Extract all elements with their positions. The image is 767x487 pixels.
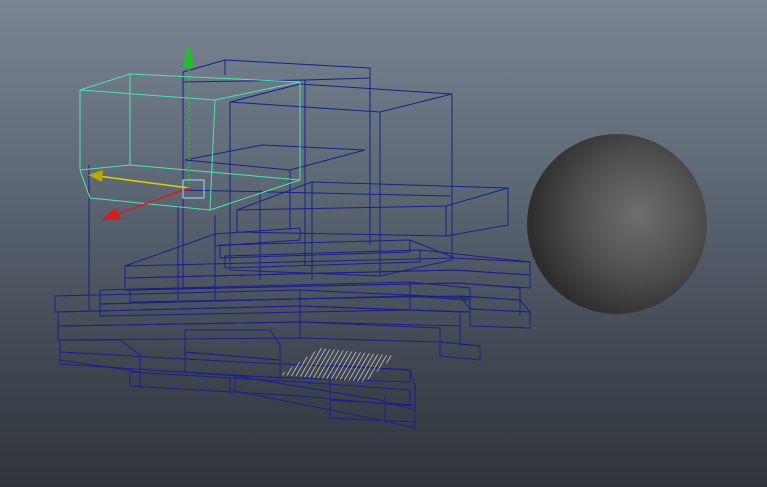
sphere[interactable] [527, 134, 707, 314]
box-stack[interactable] [88, 59, 509, 310]
move-manipulator[interactable] [88, 44, 205, 220]
manipulator-z-arrow-icon[interactable] [88, 170, 103, 182]
selected-box[interactable] [79, 73, 301, 211]
manipulator-z-axis[interactable] [97, 175, 190, 189]
scene-canvas[interactable] [0, 0, 767, 487]
pallet[interactable] [54, 227, 532, 429]
pallet-hatched-face [280, 348, 395, 382]
manipulator-y-arrow-icon[interactable] [183, 44, 195, 68]
3d-viewport[interactable] [0, 0, 767, 487]
